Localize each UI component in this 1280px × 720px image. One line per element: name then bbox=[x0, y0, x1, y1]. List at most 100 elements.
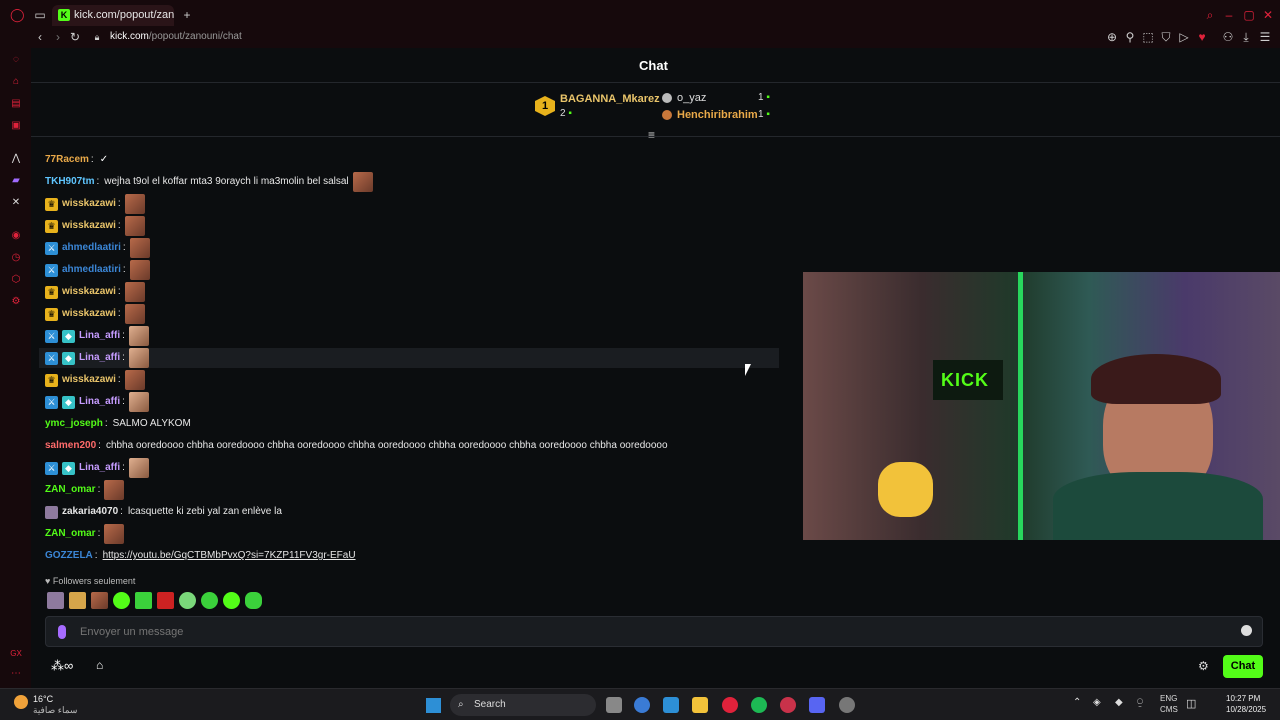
chat-message[interactable]: ZAN_omar: bbox=[45, 480, 125, 500]
expand-leaderboard-icon[interactable]: ≡ bbox=[648, 128, 655, 142]
chat-username[interactable]: Lina_affi bbox=[79, 348, 120, 368]
language-indicator[interactable]: ENG bbox=[1160, 694, 1177, 703]
chat-username[interactable]: Lina_affi bbox=[79, 458, 120, 478]
chat-username[interactable]: ZAN_omar bbox=[45, 524, 96, 544]
chat-emote[interactable] bbox=[124, 282, 145, 302]
copilot-icon[interactable] bbox=[634, 697, 650, 713]
chat-settings-icon[interactable]: ⚙ bbox=[1198, 659, 1209, 673]
emote-quick[interactable] bbox=[179, 592, 196, 609]
gx-icon[interactable]: GX bbox=[10, 648, 22, 660]
chat-username[interactable]: wisskazawi bbox=[62, 282, 116, 302]
chat-message[interactable]: TKH907tm: wejha t9ol el koffar mta3 9oray… bbox=[45, 172, 373, 192]
chat-message[interactable]: ♛ wisskazawi: bbox=[45, 304, 145, 324]
leaderboard-first-name[interactable]: BAGANNA_Mkarez bbox=[560, 93, 660, 105]
messenger-icon[interactable]: ▤ bbox=[10, 98, 22, 110]
leaderboard-second-name[interactable]: o_yaz bbox=[677, 92, 706, 104]
message-input[interactable] bbox=[80, 621, 1220, 643]
chat-message[interactable]: zakaria4070: lcasquette ki zebi yal zan e… bbox=[45, 502, 282, 522]
chat-emote[interactable] bbox=[104, 480, 125, 500]
emote-quick[interactable] bbox=[113, 592, 130, 609]
mod-badge-icon[interactable]: ⚔ bbox=[45, 241, 58, 255]
emote-quick[interactable] bbox=[135, 592, 152, 609]
extensions-icon[interactable]: ⬡ bbox=[10, 274, 22, 286]
chat-message[interactable]: ♛ wisskazawi: bbox=[45, 370, 145, 390]
mod-badge-icon[interactable]: ⚔ bbox=[45, 263, 58, 277]
app-icon[interactable] bbox=[780, 697, 796, 713]
account-icon[interactable]: ⚇ bbox=[1221, 30, 1235, 44]
emote-quick[interactable] bbox=[157, 592, 174, 609]
file-explorer-icon[interactable] bbox=[692, 697, 708, 713]
new-tab-icon[interactable]: + bbox=[180, 8, 194, 22]
twitch-icon[interactable]: ▰ bbox=[10, 175, 22, 187]
mod-badge-icon[interactable]: ⚔ bbox=[45, 351, 58, 365]
chat-username[interactable]: salmen200 bbox=[45, 436, 96, 456]
emote-quick[interactable] bbox=[47, 592, 64, 609]
store-icon[interactable]: ⌂ bbox=[96, 658, 103, 672]
leaderboard-third-name[interactable]: Henchiribrahim bbox=[677, 109, 758, 121]
tray-expand-icon[interactable]: ⌃ bbox=[1073, 697, 1081, 708]
small-badge-icon[interactable] bbox=[45, 505, 58, 519]
history-icon[interactable]: ◷ bbox=[10, 252, 22, 264]
tab-menu-icon[interactable]: ▭ bbox=[33, 8, 47, 22]
settings-icon[interactable]: ⚙ bbox=[10, 296, 22, 308]
chat-emote[interactable] bbox=[128, 348, 149, 368]
clock-date[interactable]: 10/28/2025 bbox=[1226, 705, 1266, 714]
kick-sidebar-icon[interactable]: ⋀ bbox=[10, 153, 22, 165]
minimize-icon[interactable]: – bbox=[1222, 8, 1236, 22]
chat-message[interactable]: ⚔ ◆ Lina_affi: bbox=[45, 458, 149, 478]
send-chat-button[interactable]: Chat bbox=[1223, 655, 1263, 678]
sub-badge-icon[interactable]: ◆ bbox=[62, 461, 75, 475]
chat-message[interactable]: ♛ wisskazawi: bbox=[45, 282, 145, 302]
chat-username[interactable]: ZAN_omar bbox=[45, 480, 96, 500]
chat-username[interactable]: Lina_affi bbox=[79, 392, 120, 412]
windows-start-icon[interactable] bbox=[426, 698, 441, 713]
player-icon[interactable]: ◉ bbox=[10, 230, 22, 242]
chat-link[interactable]: https://youtu.be/GqCTBMbPvxQ?si=7KZP11FV… bbox=[103, 546, 356, 566]
chat-username[interactable]: ymc_joseph bbox=[45, 414, 103, 434]
chat-message[interactable]: ⚔ ◆ Lina_affi: bbox=[45, 326, 149, 346]
chat-emote[interactable] bbox=[124, 216, 145, 236]
chat-message[interactable]: ⚔ ahmedlaatiri: bbox=[45, 238, 150, 258]
chat-username[interactable]: ahmedlaatiri bbox=[62, 260, 121, 280]
microphone-icon[interactable] bbox=[58, 625, 66, 639]
heart-icon[interactable]: ♥ bbox=[1195, 30, 1209, 44]
emote-quick[interactable] bbox=[91, 592, 108, 609]
spotify-icon[interactable] bbox=[751, 697, 767, 713]
crown-badge-icon[interactable]: ♛ bbox=[45, 285, 58, 299]
chat-message[interactable]: ⚔ ◆ Lina_affi: bbox=[39, 348, 779, 368]
discord-icon[interactable] bbox=[809, 697, 825, 713]
search-tabs-icon[interactable]: ⌕ bbox=[1203, 8, 1217, 22]
zoom-icon[interactable]: ⊕ bbox=[1105, 30, 1119, 44]
chat-emote[interactable] bbox=[128, 392, 149, 412]
x-twitter-icon[interactable]: ✕ bbox=[10, 197, 22, 209]
store-app-icon[interactable] bbox=[663, 697, 679, 713]
crypto-icon[interactable]: ⌂ bbox=[10, 76, 22, 88]
mod-badge-icon[interactable]: ⚔ bbox=[45, 329, 58, 343]
tray-app-icon[interactable]: ◈ bbox=[1093, 697, 1101, 708]
chat-username[interactable]: wisskazawi bbox=[62, 370, 116, 390]
crown-badge-icon[interactable]: ♛ bbox=[45, 197, 58, 211]
chat-username[interactable]: wisskazawi bbox=[62, 194, 116, 214]
forward-icon[interactable]: › bbox=[51, 30, 65, 44]
chat-username[interactable]: TKH907tm bbox=[45, 172, 94, 192]
opera-logo-icon[interactable]: ◯ bbox=[10, 8, 25, 22]
chat-username[interactable]: ahmedlaatiri bbox=[62, 238, 121, 258]
chat-emote[interactable] bbox=[129, 238, 150, 258]
emote-quick[interactable] bbox=[245, 592, 262, 609]
sub-badge-icon[interactable]: ◆ bbox=[62, 329, 75, 343]
back-icon[interactable]: ‹ bbox=[33, 30, 47, 44]
chat-message[interactable]: salmen200: chbha ooredoooo chbha ooredooo… bbox=[45, 436, 668, 456]
menu-icon[interactable]: ☰ bbox=[1258, 30, 1272, 44]
chat-username[interactable]: zakaria4070 bbox=[62, 502, 118, 522]
sub-badge-icon[interactable]: ◆ bbox=[62, 351, 75, 365]
chat-emote[interactable] bbox=[129, 260, 150, 280]
chat-message[interactable]: GOZZELA: https://youtu.be/GqCTBMbPvxQ?si=… bbox=[45, 546, 356, 566]
chat-emote[interactable] bbox=[124, 194, 145, 214]
crown-badge-icon[interactable]: ♛ bbox=[45, 373, 58, 387]
crown-badge-icon[interactable]: ♛ bbox=[45, 307, 58, 321]
taskview-icon[interactable] bbox=[606, 697, 622, 713]
url-field[interactable]: kick.com/popout/zanouni/chat bbox=[110, 30, 242, 44]
chat-emote[interactable] bbox=[128, 458, 149, 478]
chat-message[interactable]: 77Racem: ✓ bbox=[45, 150, 108, 170]
workspace-icon[interactable]: ▣ bbox=[10, 120, 22, 132]
